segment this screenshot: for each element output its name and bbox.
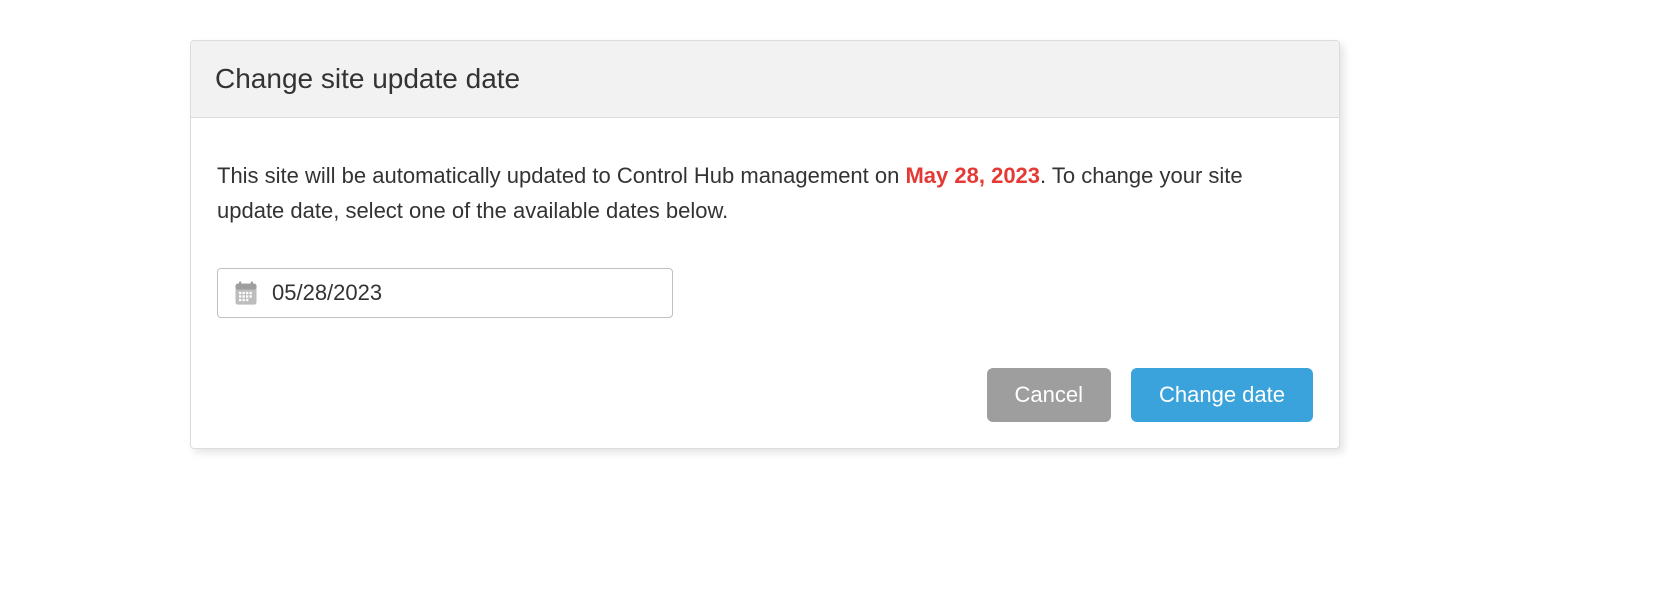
cancel-button[interactable]: Cancel xyxy=(987,368,1111,422)
highlighted-date: May 28, 2023 xyxy=(905,163,1040,188)
modal-footer: Cancel Change date xyxy=(217,318,1313,422)
description-prefix: This site will be automatically updated … xyxy=(217,163,905,188)
modal-title: Change site update date xyxy=(215,63,1315,95)
date-input[interactable] xyxy=(272,280,658,306)
modal-description: This site will be automatically updated … xyxy=(217,158,1313,228)
change-date-button[interactable]: Change date xyxy=(1131,368,1313,422)
modal-header: Change site update date xyxy=(191,41,1339,118)
date-picker[interactable] xyxy=(217,268,673,318)
calendar-icon xyxy=(232,279,260,307)
modal-body: This site will be automatically updated … xyxy=(191,118,1339,448)
change-date-modal: Change site update date This site will b… xyxy=(190,40,1340,449)
